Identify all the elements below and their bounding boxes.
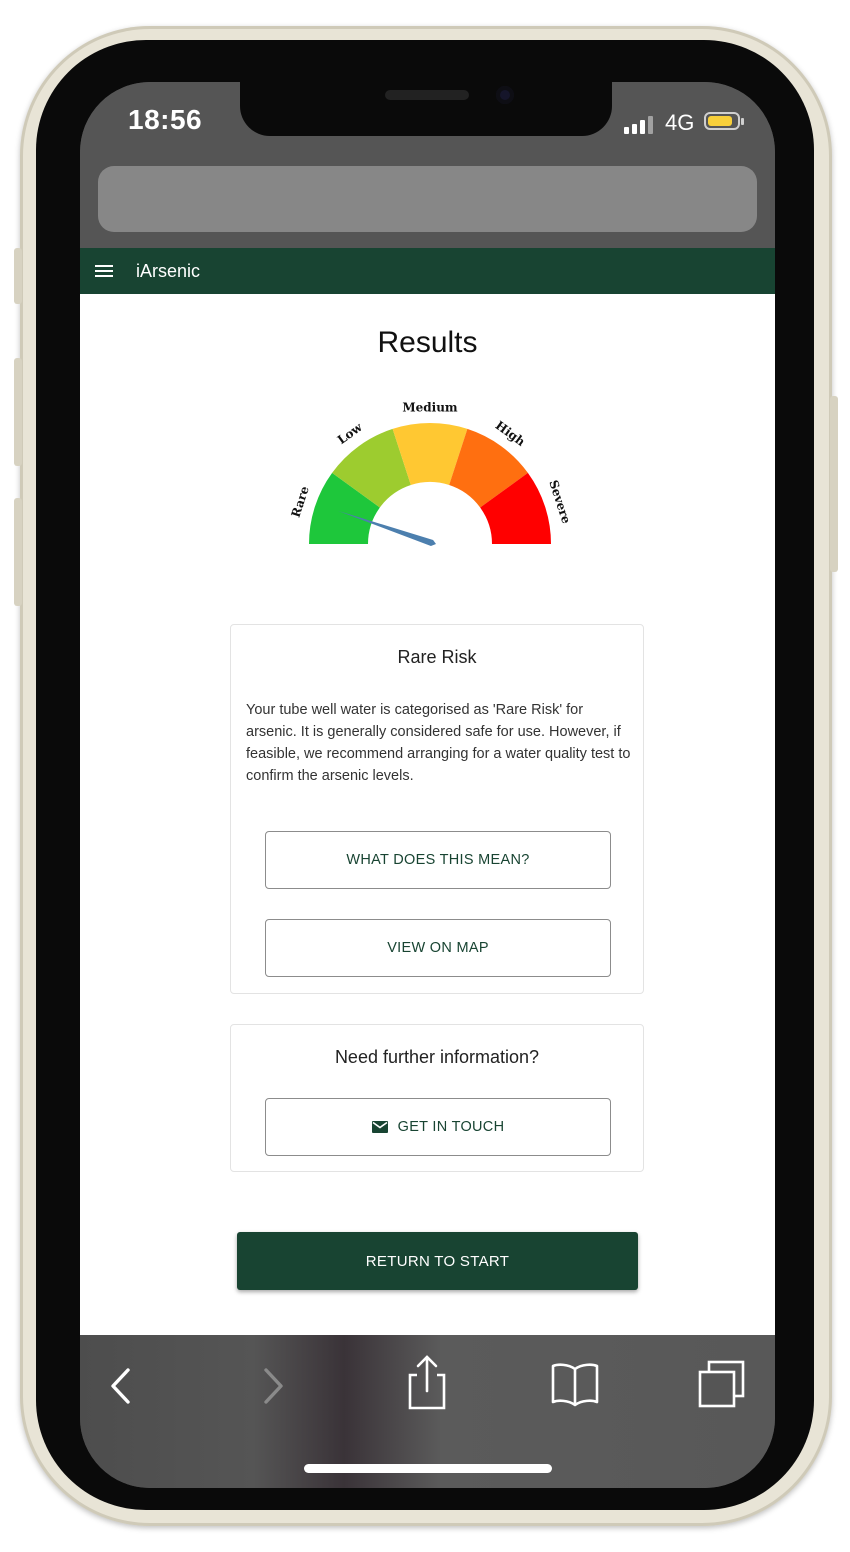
back-icon[interactable] <box>108 1367 132 1405</box>
what-does-this-mean-button[interactable]: WHAT DOES THIS MEAN? <box>265 831 611 889</box>
info-title: Need further information? <box>334 1047 540 1067</box>
status-bar: 18:56 4G <box>80 82 775 162</box>
browser-toolbar <box>80 1335 775 1488</box>
notch <box>240 82 612 136</box>
signal-icon <box>624 116 653 134</box>
mail-icon <box>371 1121 388 1133</box>
page-title: Results <box>377 326 478 359</box>
status-time: 18:56 <box>128 104 203 135</box>
risk-gauge: RareLowMediumHighSevere <box>290 401 570 547</box>
results-page: Results Rare Low Medium High Severe Rare Ris… <box>80 294 775 1335</box>
network-type: 4G <box>665 110 695 135</box>
gauge-label-severe: Severe <box>546 478 570 525</box>
get-in-touch-button[interactable]: GET IN TOUCH <box>265 1098 611 1156</box>
gauge-label-low: Low <box>335 420 365 447</box>
phone-side-button <box>14 248 22 304</box>
battery-icon <box>704 112 744 130</box>
bookmarks-icon[interactable] <box>550 1361 600 1407</box>
risk-card: Rare Risk Your tube well water is catego… <box>230 624 644 994</box>
phone-side-button <box>14 358 22 466</box>
view-on-map-button[interactable]: VIEW ON MAP <box>265 919 611 977</box>
share-icon[interactable] <box>407 1355 447 1411</box>
gauge-label-rare: Rare <box>290 484 312 519</box>
speaker <box>385 90 469 100</box>
address-bar[interactable] <box>98 166 757 232</box>
home-indicator <box>304 1464 552 1473</box>
forward-icon[interactable] <box>262 1367 286 1405</box>
phone-screen: 18:56 4G iArsenic Results Rare Low Medium H… <box>80 82 775 1488</box>
info-card: Need further information? GET IN TOUCH <box>230 1024 644 1172</box>
phone-side-button <box>14 498 22 606</box>
gauge-label-medium: Medium <box>402 401 458 415</box>
browser-address-area <box>80 162 775 248</box>
camera <box>496 86 514 104</box>
menu-icon[interactable] <box>95 265 113 277</box>
app-title: iArsenic <box>136 261 201 281</box>
risk-title: Rare Risk <box>397 647 477 667</box>
return-to-start-button[interactable]: RETURN TO START <box>237 1232 638 1290</box>
app-bar: iArsenic <box>80 248 775 294</box>
get-in-touch-label: GET IN TOUCH <box>397 1119 505 1135</box>
tabs-icon[interactable] <box>697 1359 747 1409</box>
risk-description: Your tube well water is categorised as '… <box>246 702 631 784</box>
phone-side-button <box>830 396 838 572</box>
